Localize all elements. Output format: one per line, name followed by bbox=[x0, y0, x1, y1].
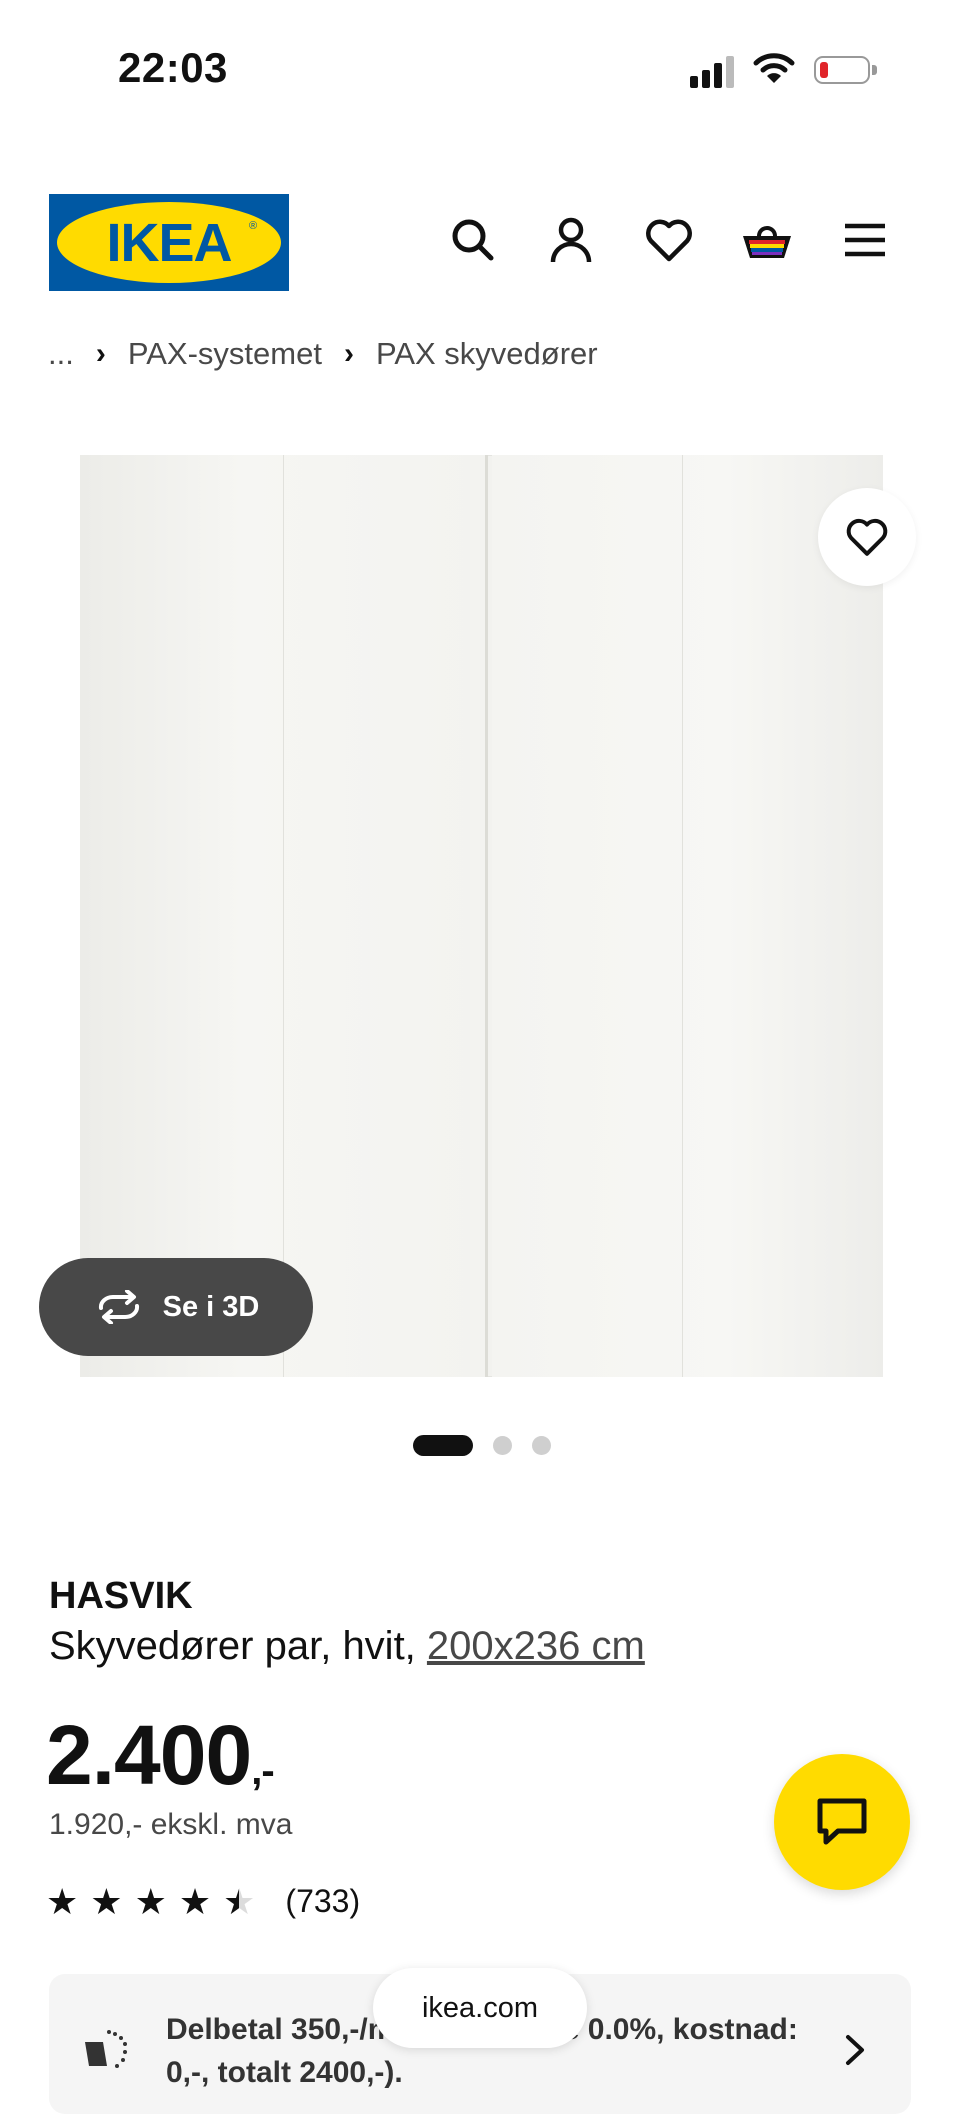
door-right bbox=[492, 455, 883, 1377]
product-size-link[interactable]: 200x236 cm bbox=[427, 1624, 645, 1668]
add-to-favourites-button[interactable] bbox=[818, 488, 916, 586]
price-suffix: ,- bbox=[251, 1749, 274, 1793]
account-icon[interactable] bbox=[545, 214, 597, 266]
star-icon: ★ bbox=[134, 1880, 167, 1922]
chevron-right-icon: › bbox=[95, 337, 106, 370]
carousel-dot-3[interactable] bbox=[532, 1435, 551, 1455]
star-icon: ★ bbox=[46, 1880, 79, 1922]
browser-url-pill[interactable]: ikea.com bbox=[373, 1968, 587, 2048]
search-icon[interactable] bbox=[447, 214, 499, 266]
rating-count: (733) bbox=[285, 1883, 361, 1919]
chevron-right-icon bbox=[846, 2035, 864, 2065]
signal-icon bbox=[690, 54, 740, 88]
wifi-icon bbox=[752, 50, 796, 86]
battery-icon bbox=[814, 56, 880, 88]
heart-icon bbox=[846, 518, 888, 556]
half-star-icon: ★ bbox=[223, 1880, 256, 1922]
chat-button[interactable] bbox=[774, 1754, 910, 1890]
product-price: 2.400,- bbox=[46, 1707, 275, 1804]
rating[interactable]: ★ ★ ★ ★ ★ (733) bbox=[46, 1883, 360, 1920]
price-excl-vat: 1.920,- ekskl. mva bbox=[49, 1808, 293, 1841]
breadcrumb-ellipsis[interactable]: ... bbox=[48, 336, 74, 372]
product-type: Skyvedører par, hvit, bbox=[49, 1624, 427, 1668]
carousel-indicator[interactable] bbox=[413, 1434, 551, 1456]
product-description: Skyvedører par, hvit, 200x236 cm bbox=[49, 1624, 645, 1669]
carousel-dot-2[interactable] bbox=[493, 1435, 512, 1455]
star-icon: ★ bbox=[90, 1880, 123, 1922]
breadcrumb-item-pax-systemet[interactable]: PAX-systemet bbox=[128, 336, 322, 372]
basket-icon[interactable] bbox=[741, 214, 793, 266]
view-in-3d-button[interactable]: Se i 3D bbox=[39, 1258, 313, 1356]
installment-icon bbox=[85, 2030, 127, 2068]
rotate-icon bbox=[98, 1290, 139, 1324]
breadcrumb-item-pax-skyvedorer[interactable]: PAX skyvedører bbox=[376, 336, 598, 372]
status-time: 22:03 bbox=[118, 44, 228, 91]
door-left bbox=[80, 455, 488, 1377]
chevron-right-icon: › bbox=[343, 337, 354, 370]
chat-icon bbox=[817, 1798, 867, 1845]
heart-icon[interactable] bbox=[643, 214, 695, 266]
ikea-logo[interactable]: IKEA ® bbox=[49, 194, 289, 291]
breadcrumb: ... › PAX-systemet › PAX skyvedører bbox=[48, 334, 598, 374]
view-in-3d-label: Se i 3D bbox=[162, 1290, 260, 1323]
product-image[interactable] bbox=[80, 455, 883, 1377]
menu-icon[interactable] bbox=[839, 214, 891, 266]
product-name: HASVIK bbox=[49, 1575, 193, 1617]
carousel-dot-1[interactable] bbox=[413, 1434, 473, 1456]
star-icon: ★ bbox=[178, 1880, 212, 1922]
price-value: 2.400 bbox=[46, 1708, 252, 1802]
